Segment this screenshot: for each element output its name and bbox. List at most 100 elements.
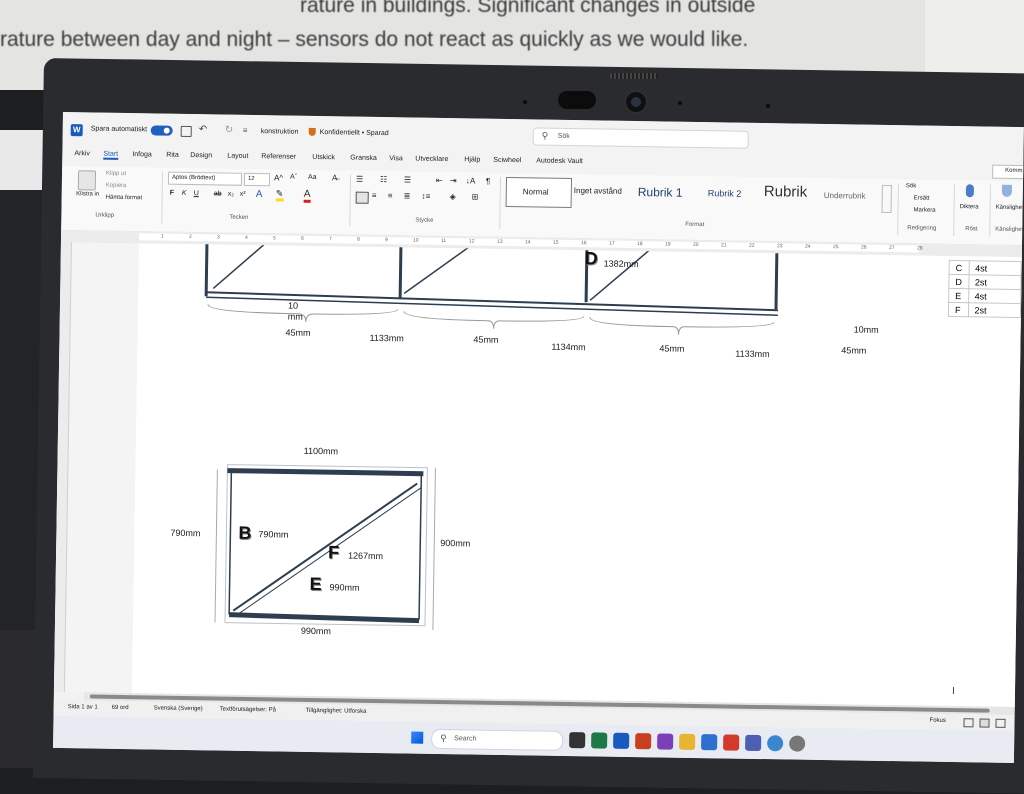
align-left-icon[interactable] [355, 191, 369, 204]
increase-indent-icon[interactable]: ⇥ [450, 176, 457, 185]
copy-button[interactable]: Kopiera [106, 183, 127, 189]
align-center-icon[interactable]: ≡ [372, 191, 377, 200]
borders-icon[interactable]: ⊞ [472, 192, 479, 201]
format-painter-button[interactable]: Hämta format [106, 195, 142, 202]
underline-icon[interactable]: U [194, 190, 199, 197]
teams-icon[interactable] [745, 734, 762, 752]
style-heading-2[interactable]: Rubrik 2 [708, 188, 742, 199]
task-view-icon[interactable] [569, 732, 586, 749]
cut-button[interactable]: Klipp ut [106, 171, 126, 177]
decrease-indent-icon[interactable]: ⇤ [436, 176, 443, 185]
table-cell[interactable]: D [948, 274, 969, 289]
accessibility-status[interactable]: Tillgänglighet: Utforska [306, 708, 367, 715]
replace-button[interactable]: Ersätt [914, 195, 930, 201]
word-count[interactable]: 69 ord [112, 705, 129, 711]
find-button[interactable]: Sök [906, 183, 916, 189]
justify-icon[interactable]: ≣ [404, 191, 411, 200]
table-cell[interactable]: E [948, 288, 969, 303]
onenote-icon[interactable] [657, 733, 674, 750]
taskbar-search[interactable]: ⚲ Search [431, 728, 564, 751]
powerpoint-icon[interactable] [635, 733, 652, 750]
tab-start[interactable]: Start [103, 150, 119, 160]
autosave-toggle[interactable] [150, 125, 173, 136]
bullets-icon[interactable]: ☰ [356, 175, 363, 184]
undo-icon[interactable]: ↶ [199, 124, 208, 135]
numbering-icon[interactable]: ☷ [380, 175, 387, 184]
styles-more-icon[interactable] [881, 184, 892, 214]
table-cell[interactable]: C [949, 260, 969, 275]
show-marks-icon[interactable]: ¶ [486, 177, 490, 186]
paste-icon[interactable] [77, 170, 97, 191]
shrink-font-icon[interactable]: Aˇ [290, 174, 297, 181]
word-icon[interactable] [613, 732, 630, 749]
tab-utskick[interactable]: Utskick [312, 154, 335, 161]
sensitivity-icon[interactable] [1001, 184, 1012, 197]
tab-hjalp[interactable]: Hjälp [464, 156, 480, 163]
font-name-select[interactable]: Aptos (Brödtext) [167, 171, 243, 186]
tab-arkiv[interactable]: Arkiv [74, 150, 90, 157]
microphone-icon[interactable] [965, 184, 974, 198]
sensitivity-button[interactable]: Känslighet [996, 205, 1024, 211]
tab-design[interactable]: Design [190, 152, 212, 159]
tab-granska[interactable]: Granska [350, 155, 377, 162]
table-cell[interactable]: 4st [968, 260, 1022, 276]
tab-utvecklare[interactable]: Utvecklare [415, 156, 448, 164]
quick-access-more-icon[interactable]: ≡ [243, 126, 248, 135]
chrome-icon[interactable] [767, 735, 784, 752]
subscript-icon[interactable]: x₂ [228, 191, 234, 198]
tab-rita[interactable]: Rita [166, 152, 179, 159]
tab-autodesk-vault[interactable]: Autodesk Vault [536, 157, 583, 165]
parts-table[interactable]: C 4st D 2st E 4st F 2st [948, 260, 1022, 318]
settings-icon[interactable] [789, 735, 806, 752]
sort-icon[interactable]: ↓A [466, 176, 475, 185]
clear-format-icon[interactable]: A̶ [332, 173, 337, 182]
page-count[interactable]: Sida 1 av 1 [68, 704, 98, 710]
app-icon[interactable] [723, 734, 740, 751]
comments-button[interactable]: Komm [992, 164, 1024, 180]
save-icon[interactable] [180, 125, 192, 138]
table-cell[interactable]: F [948, 302, 969, 317]
style-no-spacing[interactable]: Inget avstånd [574, 186, 622, 196]
redo-icon[interactable]: ↻ [225, 125, 234, 136]
superscript-icon[interactable]: x² [240, 191, 246, 198]
tab-visa[interactable]: Visa [389, 155, 403, 162]
search-box[interactable]: ⚲ Sök [532, 127, 749, 149]
language-status[interactable]: Svenska (Sverige) [154, 705, 203, 712]
outlook-icon[interactable] [701, 734, 718, 751]
predictions-status[interactable]: Textförutsägelser: På [220, 707, 276, 714]
file-explorer-icon[interactable] [679, 733, 696, 751]
highlight-icon[interactable]: ✎ [275, 188, 283, 202]
select-button[interactable]: Markera [914, 207, 936, 213]
shading-icon[interactable]: ◈ [450, 192, 456, 201]
table-cell[interactable]: 2st [967, 302, 1021, 318]
tab-infoga[interactable]: Infoga [132, 151, 152, 158]
web-layout-icon[interactable] [995, 718, 1006, 728]
change-case-icon[interactable]: Aa [308, 174, 317, 181]
sensitivity-status[interactable]: Konfidentiellt • Sparad [320, 129, 389, 137]
style-title[interactable]: Rubrik [764, 183, 808, 201]
print-layout-icon[interactable] [979, 718, 990, 728]
grow-font-icon[interactable]: A^ [274, 173, 283, 182]
style-normal[interactable]: Normal [505, 176, 573, 208]
table-cell[interactable]: 4st [968, 288, 1021, 304]
focus-button[interactable]: Fokus [929, 718, 945, 724]
excel-icon[interactable] [591, 732, 608, 749]
read-mode-icon[interactable] [963, 718, 974, 728]
document-page[interactable]: D 1382mm 10 mm 10mm 45mm 1133mm 45mm 113… [131, 243, 1022, 708]
align-right-icon[interactable]: ≡ [388, 191, 393, 200]
start-icon[interactable] [411, 731, 424, 744]
italic-icon[interactable]: K [182, 190, 187, 197]
tab-sciwheel[interactable]: Sciwheel [493, 157, 521, 164]
text-effects-icon[interactable]: A [256, 189, 263, 200]
bold-icon[interactable]: F [170, 190, 174, 197]
font-size-select[interactable]: 12 [243, 172, 271, 187]
tab-layout[interactable]: Layout [227, 153, 248, 160]
style-heading-1[interactable]: Rubrik 1 [638, 185, 683, 200]
paste-button[interactable]: Klistra in [76, 190, 100, 198]
line-spacing-icon[interactable]: ↕≡ [422, 192, 431, 201]
font-color-icon[interactable]: A [303, 189, 310, 203]
dictate-button[interactable]: Diktera [960, 204, 979, 210]
tab-referenser[interactable]: Referenser [261, 153, 296, 161]
multilevel-list-icon[interactable]: ☰ [404, 175, 411, 184]
strikethrough-icon[interactable]: ab [214, 190, 222, 197]
